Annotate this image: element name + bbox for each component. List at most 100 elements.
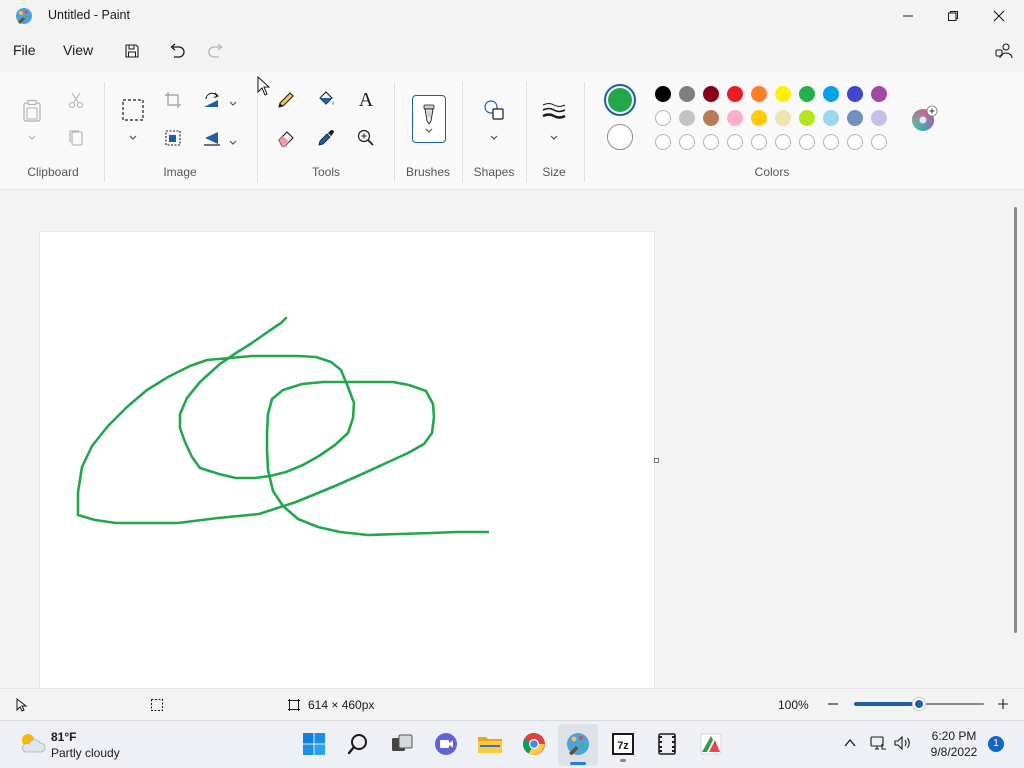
shapes-button[interactable] <box>480 96 508 124</box>
size-button[interactable] <box>540 96 568 124</box>
palette-color-swatch[interactable] <box>655 110 671 126</box>
palette-custom-color-slot[interactable] <box>799 134 815 150</box>
clock-time[interactable]: 6:20 PM <box>920 729 988 743</box>
media-app-button[interactable] <box>695 728 727 760</box>
pencil-tool[interactable] <box>272 86 300 114</box>
secondary-color-button[interactable] <box>607 124 633 150</box>
menu-file[interactable]: File <box>13 42 36 58</box>
palette-color-swatch[interactable] <box>703 110 719 126</box>
eraser-tool[interactable] <box>272 124 300 152</box>
undo-button[interactable] <box>164 38 190 64</box>
select-dropdown-icon[interactable] <box>128 129 138 147</box>
palette-custom-color-slot[interactable] <box>703 134 719 150</box>
zoom-in-button[interactable] <box>996 697 1010 716</box>
zoom-slider[interactable] <box>854 698 984 710</box>
palette-custom-color-slot[interactable] <box>655 134 671 150</box>
palette-color-swatch[interactable] <box>751 86 767 102</box>
palette-color-swatch[interactable] <box>679 110 695 126</box>
cursor-position-icon <box>15 697 29 717</box>
menu-view[interactable]: View <box>63 42 93 58</box>
palette-custom-color-slot[interactable] <box>679 134 695 150</box>
palette-color-swatch[interactable] <box>847 110 863 126</box>
canvas-resize-handle[interactable] <box>654 458 659 463</box>
canvas-size-icon <box>287 698 301 717</box>
file-explorer-button[interactable] <box>474 728 506 760</box>
palette-color-swatch[interactable] <box>871 110 887 126</box>
palette-custom-color-slot[interactable] <box>727 134 743 150</box>
edit-colors-button[interactable] <box>909 104 939 134</box>
palette-color-swatch[interactable] <box>799 110 815 126</box>
minimize-button[interactable] <box>885 0 931 32</box>
palette-color-swatch[interactable] <box>775 86 791 102</box>
fill-tool[interactable] <box>312 86 340 114</box>
redo-button[interactable] <box>203 38 229 64</box>
size-dropdown-icon[interactable] <box>549 129 559 147</box>
chevron-up-icon <box>844 738 856 747</box>
palette-color-swatch[interactable] <box>703 86 719 102</box>
share-button[interactable] <box>991 38 1017 64</box>
crop-icon <box>165 92 181 108</box>
palette-custom-color-slot[interactable] <box>871 134 887 150</box>
select-button[interactable] <box>119 96 147 124</box>
flip-dropdown-icon[interactable] <box>228 134 238 152</box>
palette-color-swatch[interactable] <box>823 110 839 126</box>
search-button[interactable] <box>342 728 374 760</box>
palette-custom-color-slot[interactable] <box>751 134 767 150</box>
magnifier-tool[interactable] <box>352 124 380 152</box>
palette-custom-color-slot[interactable] <box>823 134 839 150</box>
palette-color-swatch[interactable] <box>847 86 863 102</box>
video-app-button[interactable] <box>651 728 683 760</box>
palette-custom-color-slot[interactable] <box>775 134 791 150</box>
drawing-canvas[interactable] <box>40 232 654 688</box>
close-button[interactable] <box>976 0 1022 32</box>
save-button[interactable] <box>119 38 145 64</box>
zoom-out-button[interactable] <box>826 697 840 716</box>
zoom-slider-fill <box>854 702 919 706</box>
vertical-scrollbar[interactable] <box>1014 207 1017 633</box>
paste-button[interactable] <box>18 96 46 126</box>
zoom-slider-thumb[interactable] <box>913 698 925 710</box>
weather-widget[interactable] <box>18 731 46 760</box>
start-button[interactable] <box>298 728 330 760</box>
paste-dropdown-icon[interactable] <box>27 129 37 147</box>
palette-color-swatch[interactable] <box>823 86 839 102</box>
svg-text:7z: 7z <box>617 740 629 752</box>
clock-date[interactable]: 9/8/2022 <box>920 745 988 759</box>
color-wheel-icon <box>912 105 938 131</box>
palette-color-swatch[interactable] <box>799 86 815 102</box>
text-tool[interactable]: A <box>352 86 380 114</box>
ribbon-separator <box>462 82 463 182</box>
canvas-drawing <box>76 316 490 537</box>
teams-chat-button[interactable] <box>430 728 462 760</box>
copy-button[interactable] <box>62 124 90 152</box>
film-strip-icon <box>658 733 676 755</box>
rotate-dropdown-icon[interactable] <box>228 95 238 113</box>
ribbon-separator <box>104 82 105 182</box>
show-hidden-icons-button[interactable] <box>843 736 857 755</box>
palette-color-swatch[interactable] <box>679 86 695 102</box>
palette-custom-color-slot[interactable] <box>847 134 863 150</box>
paint-taskbar-button[interactable] <box>558 724 598 766</box>
restore-button[interactable] <box>930 0 976 32</box>
palette-color-swatch[interactable] <box>751 110 767 126</box>
palette-color-swatch[interactable] <box>727 110 743 126</box>
crop-button[interactable] <box>159 86 187 114</box>
palette-color-swatch[interactable] <box>727 86 743 102</box>
cut-button[interactable] <box>62 86 90 114</box>
chrome-button[interactable] <box>518 728 550 760</box>
notification-badge[interactable]: 1 <box>988 736 1004 752</box>
palette-color-swatch[interactable] <box>655 86 671 102</box>
flip-button[interactable] <box>198 124 226 152</box>
volume-button[interactable] <box>893 735 913 756</box>
primary-color-button[interactable] <box>604 84 636 116</box>
color-picker-tool[interactable] <box>312 124 340 152</box>
palette-color-swatch[interactable] <box>775 110 791 126</box>
resize-button[interactable] <box>159 124 187 152</box>
task-view-button[interactable] <box>386 728 418 760</box>
network-button[interactable] <box>869 735 887 756</box>
brushes-button[interactable] <box>412 95 446 143</box>
shapes-dropdown-icon[interactable] <box>489 129 499 147</box>
rotate-button[interactable] <box>198 86 226 114</box>
7zip-button[interactable]: 7z <box>607 728 639 762</box>
palette-color-swatch[interactable] <box>871 86 887 102</box>
